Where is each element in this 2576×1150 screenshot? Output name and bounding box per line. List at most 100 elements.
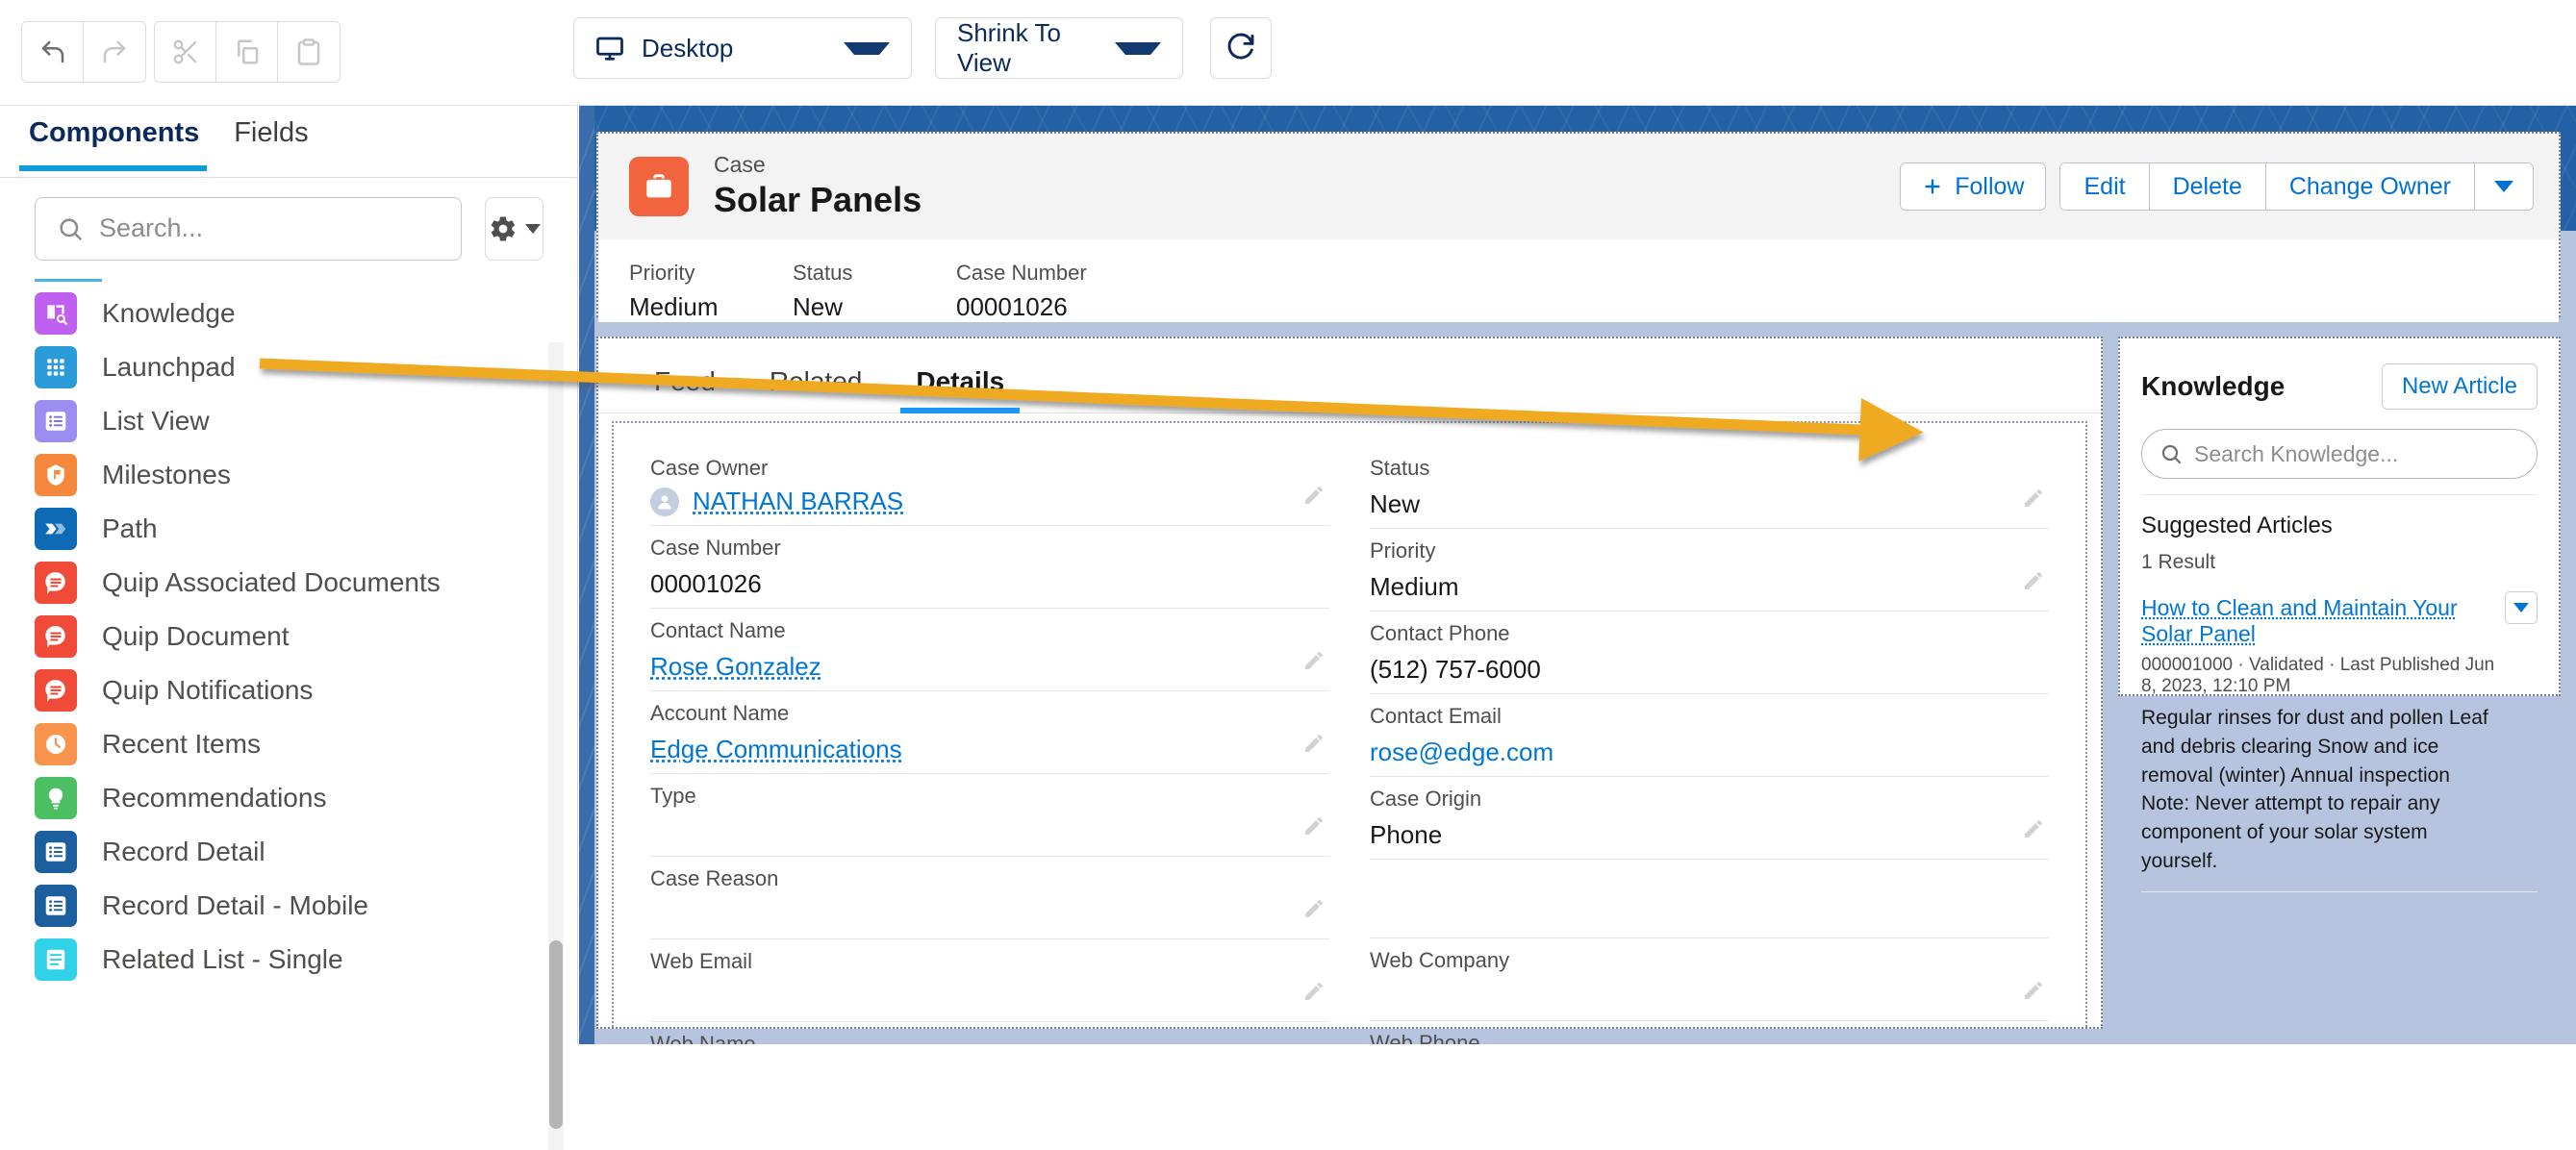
article-snippet: Regular rinses for dust and pollen Leaf … (2141, 707, 2488, 873)
detail-field-value[interactable]: rose@edge.com (1370, 738, 2049, 768)
sidebar-item-record-detail[interactable]: Record Detail (0, 825, 578, 879)
sidebar-item-quip-document[interactable]: Quip Document (0, 610, 578, 663)
detail-field-value: 00001026 (650, 569, 762, 598)
tab-components[interactable]: Components (19, 117, 224, 171)
detail-field-value: Medium (1370, 572, 1459, 601)
detail-field-value[interactable]: Edge Communications (650, 735, 1329, 765)
gear-icon (489, 214, 518, 243)
sidebar-item-label: List View (102, 406, 210, 436)
edit-pencil-icon[interactable] (2022, 817, 2045, 845)
sidebar-item-label: Milestones (102, 460, 231, 489)
zoom-select-value: Shrink To View (957, 18, 1061, 77)
detail-field-label: Status (1370, 456, 1430, 480)
record-detail-icon (35, 885, 77, 927)
sidebar-item-recent-items[interactable]: Recent Items (0, 717, 578, 771)
refresh-button[interactable] (1210, 17, 1272, 79)
sidebar-item-launchpad[interactable]: Launchpad (0, 340, 578, 394)
edit-pencil-icon[interactable] (1302, 897, 1326, 925)
history-button-group (21, 21, 146, 83)
redo-button[interactable] (84, 22, 145, 82)
sidebar-item-label: Path (102, 513, 158, 543)
more-actions-button[interactable] (2475, 163, 2533, 210)
detail-field-value: New (1370, 489, 1421, 518)
sidebar-item-label: Recent Items (102, 729, 261, 759)
article-actions-button[interactable] (2505, 591, 2538, 624)
quip-icon (35, 615, 77, 658)
sidebar-scrollbar-thumb[interactable] (549, 940, 563, 1129)
edit-pencil-icon[interactable] (1302, 732, 1326, 760)
edit-pencil-icon[interactable] (1302, 484, 1326, 512)
detail-field-label: Priority (1370, 538, 1436, 562)
sidebar-item-list-view[interactable]: List View (0, 394, 578, 448)
sidebar-item-milestones[interactable]: Milestones (0, 448, 578, 502)
sidebar-item-quip-notifications[interactable]: Quip Notifications (0, 663, 578, 717)
settings-button[interactable] (485, 196, 543, 261)
sidebar-item-related-list-single[interactable]: Related List - Single (0, 933, 578, 987)
tab-fields[interactable]: Fields (224, 117, 333, 170)
compact-field-value: New (793, 292, 844, 321)
record-action-group: Edit Delete Change Owner (2059, 162, 2534, 211)
change-owner-button[interactable]: Change Owner (2265, 163, 2475, 210)
sidebar-item-quip-associated-documents[interactable]: Quip Associated Documents (0, 556, 578, 610)
detail-field-value[interactable]: Rose Gonzalez (650, 652, 1329, 683)
sidebar-item-recommendations[interactable]: Recommendations (0, 771, 578, 825)
tab-feed-label: Feed (654, 366, 716, 396)
detail-left-column: Case Owner NATHAN BARRAS Case Number 000010… (650, 446, 1329, 1044)
tab-related[interactable]: Related (743, 366, 890, 412)
detail-field: Contact Email rose@edge.com (1370, 694, 2049, 777)
edit-pencil-icon[interactable] (1302, 980, 1326, 1008)
search-input[interactable] (99, 213, 440, 243)
paste-button[interactable] (278, 22, 340, 82)
detail-field-label: Case Origin (1370, 787, 1482, 811)
detail-field-value (650, 900, 1329, 931)
device-select[interactable]: Desktop (573, 17, 912, 79)
sidebar-item-record-detail-mobile[interactable]: Record Detail - Mobile (0, 879, 578, 933)
sidebar-item-path[interactable]: Path (0, 502, 578, 556)
canvas-left-strip (579, 106, 594, 1044)
delete-button[interactable]: Delete (2149, 163, 2266, 210)
detail-field: Contact Phone (512) 757-6000 (1370, 612, 2049, 694)
detail-field-label: Contact Email (1370, 704, 1502, 728)
bulb-icon (35, 777, 77, 819)
detail-field-value[interactable]: NATHAN BARRAS (693, 487, 903, 517)
edit-pencil-icon[interactable] (2022, 979, 2045, 1007)
detail-field: Web Name (650, 1022, 1329, 1044)
edit-button[interactable]: Edit (2060, 163, 2150, 210)
zoom-select[interactable]: Shrink To View (935, 17, 1183, 79)
new-article-button[interactable]: New Article (2381, 363, 2538, 410)
edit-pencil-icon[interactable] (1302, 649, 1326, 677)
record-detail-component[interactable]: Feed Related Details Case Owner NATHAN BA… (596, 337, 2103, 1044)
detail-field-value (1370, 982, 2049, 1012)
knowledge-search-box[interactable] (2141, 429, 2538, 479)
delete-button-label: Delete (2172, 172, 2242, 200)
change-owner-button-label: Change Owner (2288, 172, 2451, 200)
detail-field-label: Contact Name (650, 618, 786, 642)
case-briefcase-icon (629, 157, 689, 216)
detail-field: Case Reason (650, 857, 1329, 939)
list-view-icon (35, 400, 77, 442)
search-box[interactable] (35, 196, 462, 261)
edit-pencil-icon[interactable] (2022, 569, 2045, 597)
tab-feed[interactable]: Feed (627, 366, 743, 412)
follow-button[interactable]: Follow (1900, 162, 2047, 211)
edit-pencil-icon[interactable] (2022, 487, 2045, 514)
copy-button[interactable] (216, 22, 278, 82)
sidebar-item-knowledge[interactable]: Knowledge (0, 287, 578, 340)
sidebar-item-label: Recommendations (102, 783, 327, 812)
components-sidebar: Components Fields Knowledge Launchpad List… (0, 106, 578, 1150)
edit-pencil-icon[interactable] (1302, 814, 1326, 842)
plus-icon (1922, 176, 1943, 197)
tab-details[interactable]: Details (889, 366, 1031, 413)
record-highlights-panel[interactable]: Case Solar Panels Follow Edit Delete Cha… (596, 132, 2561, 322)
component-list[interactable]: Knowledge Launchpad List View Milestones Pat… (0, 279, 578, 1150)
detail-field: Web Company (1370, 938, 2049, 1021)
knowledge-component[interactable]: Knowledge New Article Suggested Articles… (2118, 337, 2561, 892)
article-title-link[interactable]: How to Clean and Maintain Your Solar Pan… (2141, 595, 2503, 647)
milestones-icon (35, 454, 77, 496)
cut-button[interactable] (155, 22, 216, 82)
knowledge-search-input[interactable] (2194, 440, 2519, 467)
sidebar-search-row (0, 178, 578, 279)
undo-button[interactable] (22, 22, 84, 82)
app-builder-toolbar: Desktop Shrink To View (0, 0, 2576, 106)
detail-field-label: Contact Phone (1370, 621, 1510, 645)
